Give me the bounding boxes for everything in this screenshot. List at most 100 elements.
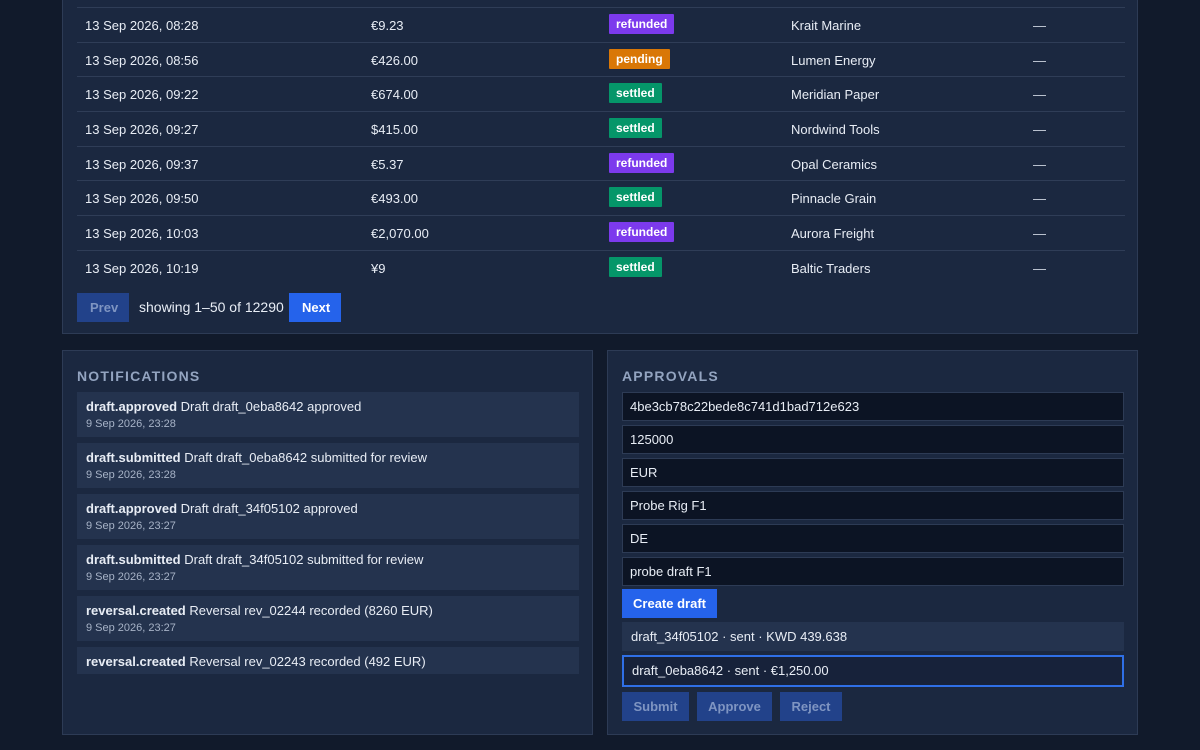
transaction-amount: €426.00 — [371, 52, 418, 68]
notification-time: 9 Sep 2026, 23:28 — [86, 469, 176, 481]
transaction-reference: — — [1033, 52, 1046, 68]
transaction-status: settled — [609, 187, 662, 208]
country-field[interactable] — [622, 524, 1124, 553]
prev-page-button[interactable]: Prev — [77, 293, 129, 322]
status-badge: pending — [609, 48, 670, 69]
reject-button[interactable]: Reject — [780, 692, 842, 721]
transaction-amount: €9.23 — [371, 18, 404, 33]
transaction-time: 13 Sep 2026, 09:27 — [85, 122, 199, 138]
transaction-time: 13 Sep 2026, 09:22 — [85, 87, 199, 103]
draft-item-selected[interactable]: draft_0eba8642 · sent · €1,250.00 — [622, 655, 1124, 687]
transaction-status: settled — [609, 118, 662, 139]
table-row[interactable]: 13 Sep 2026, 08:56 €426.00 pending Lumen En… — [77, 41, 1125, 77]
table-row[interactable]: 13 Sep 2026, 10:19 ¥9 settled Baltic Trader… — [77, 249, 1125, 285]
table-row[interactable]: 13 Sep 2026, 10:03 €2,070.00 refunded Auror… — [77, 215, 1125, 250]
notification-message: draft.approved Draft draft_34f05102 appr… — [86, 501, 570, 516]
notifications-panel: NOTIFICATIONS draft.approved Draft draft… — [62, 350, 593, 735]
next-page-button[interactable]: Next — [289, 293, 341, 322]
transaction-reference: — — [1033, 191, 1046, 207]
pagination-summary: showing 1–50 of 12290 — [139, 299, 284, 315]
notification-item[interactable]: draft.approved Draft draft_0eba8642 appr… — [77, 392, 579, 437]
transaction-merchant: Nordwind Tools — [791, 122, 880, 138]
draft-item[interactable]: draft_34f05102 · sent · KWD 439.638 — [622, 622, 1124, 651]
transaction-reference: — — [1033, 260, 1046, 276]
notification-text: Draft draft_34f05102 submitted for revie… — [180, 552, 424, 567]
transaction-reference: — — [1033, 156, 1046, 172]
notification-event: draft.submitted — [86, 552, 181, 567]
notification-message: reversal.created Reversal rev_02244 reco… — [86, 603, 570, 618]
transaction-reference: — — [1033, 18, 1046, 33]
notification-text: Reversal rev_02244 recorded (8260 EUR) — [185, 603, 433, 618]
approve-button[interactable]: Approve — [697, 692, 772, 721]
transactions-panel: 13 Sep 2026, 08:28 €9.23 refunded Krait Mar… — [62, 0, 1138, 334]
status-badge: settled — [609, 187, 662, 208]
notification-item[interactable]: draft.submitted Draft draft_0eba8642 sub… — [77, 443, 579, 488]
id-field[interactable] — [622, 392, 1124, 421]
transaction-merchant: Lumen Energy — [791, 52, 876, 68]
memo-field[interactable] — [622, 557, 1124, 586]
notification-time: 9 Sep 2026, 23:27 — [86, 622, 176, 634]
currency-field[interactable] — [622, 458, 1124, 487]
notification-message: reversal.created Reversal rev_02243 reco… — [86, 654, 570, 669]
notification-item[interactable]: reversal.created Reversal rev_02243 reco… — [77, 647, 579, 674]
transaction-status: refunded — [609, 222, 675, 243]
transaction-time: 13 Sep 2026, 09:37 — [85, 156, 199, 172]
approvals-panel: APPROVALS Create draft draft_34f05102 · … — [607, 350, 1138, 735]
page: 13 Sep 2026, 08:28 €9.23 refunded Krait Mar… — [0, 0, 1200, 750]
table-row[interactable]: 13 Sep 2026, 08:28 €9.23 refunded Krait Mar… — [77, 7, 1125, 42]
notification-text: Reversal rev_02243 recorded (492 EUR) — [185, 654, 426, 669]
table-row[interactable]: 13 Sep 2026, 09:50 €493.00 settled Pinnacle… — [77, 180, 1125, 215]
transaction-reference: — — [1033, 226, 1046, 242]
notification-item[interactable]: reversal.created Reversal rev_02244 reco… — [77, 596, 579, 641]
table-row[interactable]: 13 Sep 2026, 09:37 €5.37 refunded Opal Cera… — [77, 145, 1125, 181]
notification-event: reversal.created — [86, 603, 186, 618]
notification-item[interactable]: draft.approved Draft draft_34f05102 appr… — [77, 494, 579, 539]
notifications-title: NOTIFICATIONS — [77, 368, 201, 384]
status-badge: refunded — [609, 14, 675, 34]
status-badge: settled — [609, 83, 662, 104]
transaction-merchant: Meridian Paper — [791, 87, 880, 103]
notification-message: draft.submitted Draft draft_34f05102 sub… — [86, 552, 570, 567]
notification-event: draft.approved — [86, 501, 178, 516]
submit-button[interactable]: Submit — [622, 692, 689, 721]
notification-text: Draft draft_34f05102 approved — [177, 501, 358, 516]
transaction-status: settled — [609, 256, 662, 277]
transaction-reference: — — [1033, 122, 1046, 138]
counterparty-field[interactable] — [622, 491, 1124, 520]
create-draft-button[interactable]: Create draft — [622, 589, 717, 618]
notification-event: draft.submitted — [86, 450, 181, 465]
transaction-time: 13 Sep 2026, 09:50 — [85, 191, 199, 207]
draft-form — [622, 392, 1124, 590]
transaction-merchant: Aurora Freight — [791, 226, 875, 242]
table-row[interactable]: 13 Sep 2026, 09:22 €674.00 settled Meridian… — [77, 76, 1125, 111]
transaction-merchant: Pinnacle Grain — [791, 191, 877, 207]
notification-message: draft.approved Draft draft_0eba8642 appr… — [86, 399, 570, 414]
status-badge: refunded — [609, 222, 675, 243]
notification-time: 9 Sep 2026, 23:27 — [86, 571, 176, 583]
notification-event: reversal.created — [86, 654, 186, 669]
status-badge: refunded — [609, 152, 675, 173]
transactions-table: 13 Sep 2026, 08:28 €9.23 refunded Krait Mar… — [77, 7, 1125, 285]
status-badge: settled — [609, 118, 662, 139]
notification-event: draft.approved — [86, 399, 178, 414]
table-row[interactable]: 13 Sep 2026, 09:27 $415.00 settled Nordwind… — [77, 111, 1125, 146]
notification-time: 9 Sep 2026, 23:27 — [86, 673, 570, 674]
transaction-status: refunded — [609, 14, 675, 34]
transaction-status: refunded — [609, 152, 675, 173]
transaction-merchant: Baltic Traders — [791, 260, 871, 276]
notifications-list[interactable]: draft.approved Draft draft_0eba8642 appr… — [77, 392, 579, 674]
transaction-time: 13 Sep 2026, 08:28 — [85, 18, 199, 33]
transaction-status: pending — [609, 48, 670, 69]
amount-field[interactable] — [622, 425, 1124, 454]
approvals-title: APPROVALS — [622, 368, 719, 384]
notification-time: 9 Sep 2026, 23:28 — [86, 418, 176, 430]
transaction-time: 13 Sep 2026, 10:03 — [85, 226, 199, 242]
transaction-status: settled — [609, 83, 662, 104]
transaction-amount: €5.37 — [371, 156, 404, 172]
notification-text: Draft draft_0eba8642 submitted for revie… — [180, 450, 428, 465]
notification-item[interactable]: draft.submitted Draft draft_34f05102 sub… — [77, 545, 579, 590]
notification-time: 9 Sep 2026, 23:27 — [86, 520, 176, 532]
notification-message: draft.submitted Draft draft_0eba8642 sub… — [86, 450, 570, 465]
transaction-time: 13 Sep 2026, 10:19 — [85, 260, 199, 276]
notification-text: Draft draft_0eba8642 approved — [177, 399, 362, 414]
